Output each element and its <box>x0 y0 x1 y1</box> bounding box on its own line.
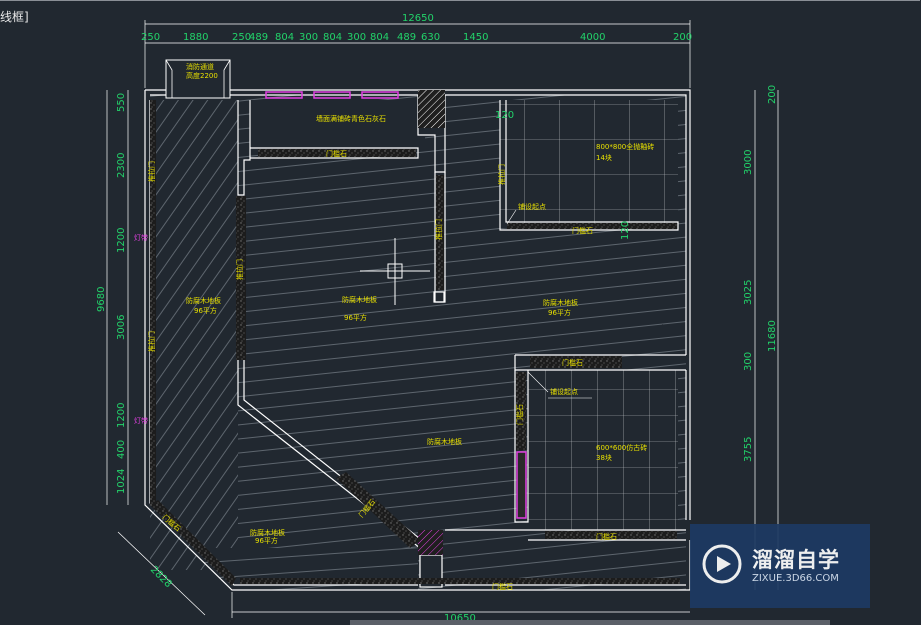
dim-top-total: 12650 <box>402 13 434 24</box>
play-logo-icon <box>702 544 742 584</box>
label-floor-bottom: 防腐木地板 <box>250 528 285 537</box>
label-door-mid: 推拉门 <box>235 259 244 280</box>
dim-top-14: 200 <box>673 32 692 43</box>
dim-left-total: 9680 <box>96 287 107 312</box>
dim-left-4: 3006 <box>116 315 127 340</box>
label-tile-600: 600*600仿古砖 <box>596 443 647 452</box>
label-tile-600-count: 38块 <box>596 453 612 462</box>
floor-regions <box>150 95 686 590</box>
dim-left-5: 1200 <box>116 403 127 428</box>
label-fire-exit: 消防通道 <box>186 62 214 71</box>
label-bottom-stone: 门槛石 <box>492 582 513 591</box>
dim-top-7: 804 <box>323 32 342 43</box>
label-door-stone-bottom: 门槛石 <box>596 532 617 541</box>
label-wall-v: 门槛石 <box>515 404 524 425</box>
label-floor-bottom-area: 96平方 <box>255 536 278 545</box>
dimension-right: 11680 200 3000 3025 300 3755 <box>743 85 779 590</box>
label-floor-center: 防腐木地板 <box>342 295 377 304</box>
dim-inner-a: 120 <box>495 110 514 121</box>
label-door-stone-right: 门槛石 <box>562 358 583 367</box>
dim-right-3: 3025 <box>743 280 754 305</box>
dim-right-4: 300 <box>743 352 754 371</box>
dim-top-8: 300 <box>347 32 366 43</box>
label-tile-start-top: 铺设起点 <box>518 202 546 211</box>
dim-top-10: 489 <box>397 32 416 43</box>
dim-top-4: 489 <box>249 32 268 43</box>
horizontal-scrollbar[interactable] <box>350 620 830 625</box>
watermark-url: ZIXUE.3D66.COM <box>752 573 839 584</box>
label-tile-800: 800*800全抛釉砖 <box>596 142 654 151</box>
dim-left-3: 1200 <box>116 228 127 253</box>
label-light2: 灯带 <box>134 416 148 425</box>
dim-top-2: 1880 <box>183 32 208 43</box>
dimension-left: 9680 550 2300 1200 3006 1200 400 1024 <box>96 90 129 505</box>
dim-right-2: 3000 <box>743 150 754 175</box>
label-door-left1: 推拉门 <box>147 161 156 182</box>
dim-left-7: 1024 <box>116 469 127 494</box>
label-floor-lower: 防腐木地板 <box>427 437 462 446</box>
label-floor-center-area: 96平方 <box>344 313 367 322</box>
dim-top-13: 4000 <box>580 32 605 43</box>
label-door-stone-top: 门槛石 <box>326 149 347 158</box>
label-door-right1: 推拉门 <box>434 219 443 240</box>
watermark-badge: 溜溜自学 ZIXUE.3D66.COM <box>690 524 870 608</box>
label-door-stone-mid: 门槛石 <box>572 226 593 235</box>
dim-left-1: 550 <box>116 93 127 112</box>
label-floor-left-area: 96平方 <box>194 306 217 315</box>
cad-viewport[interactable]: 线框] 12650 250 1880 250 489 804 300 804 3… <box>0 0 921 625</box>
dim-inner-b: 120 <box>620 221 631 240</box>
dim-right-total: 11680 <box>767 320 778 352</box>
dim-left-2: 2300 <box>116 153 127 178</box>
label-fire-exit-width: 高度2200 <box>186 71 218 80</box>
label-floor-right: 防腐木地板 <box>543 298 578 307</box>
watermark-title: 溜溜自学 <box>752 548 840 572</box>
label-door-left2: 推拉门 <box>147 331 156 352</box>
dim-right-1: 200 <box>767 85 778 104</box>
label-floor-left: 防腐木地板 <box>186 296 221 305</box>
dim-left-6: 400 <box>116 440 127 459</box>
label-door-right2: 推拉门 <box>497 164 506 185</box>
label-floor-right-area: 96平方 <box>548 308 571 317</box>
dim-top-5: 804 <box>275 32 294 43</box>
label-light1: 灯带 <box>134 233 148 242</box>
label-tile-start-lower: 铺设起点 <box>550 387 578 396</box>
dim-top-12: 1450 <box>463 32 488 43</box>
dim-top-11: 630 <box>421 32 440 43</box>
label-top-room: 墙面满铺砖青色石灰石 <box>316 114 386 123</box>
dim-right-5: 3755 <box>743 437 754 462</box>
label-tile-800-count: 14块 <box>596 153 612 162</box>
dim-top-9: 804 <box>370 32 389 43</box>
dim-top-6: 300 <box>299 32 318 43</box>
dim-top-1: 250 <box>141 32 160 43</box>
